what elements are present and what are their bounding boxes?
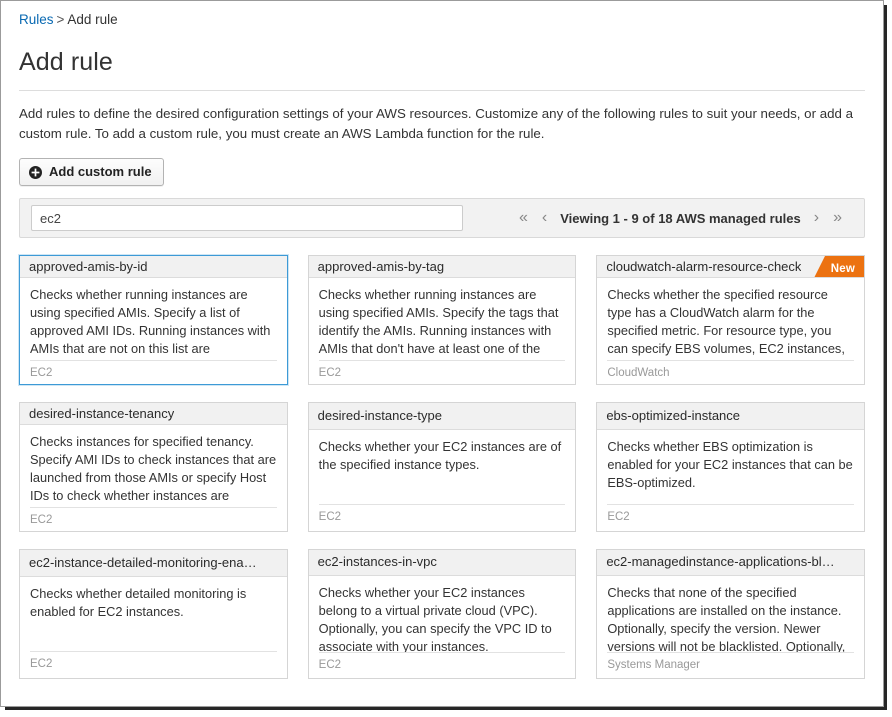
- rule-card-header: approved-amis-by-tag: [309, 256, 576, 278]
- rule-card-source: CloudWatch: [607, 360, 854, 384]
- new-badge: New: [825, 256, 864, 278]
- rule-card-header: ec2-managedinstance-applications-bl…: [597, 550, 864, 576]
- search-and-pagination-bar: « ‹ Viewing 1 - 9 of 18 AWS managed rule…: [19, 198, 865, 238]
- rule-card[interactable]: approved-amis-by-tag Checks whether runni…: [308, 255, 577, 385]
- breadcrumb-separator: >: [57, 12, 65, 27]
- pagination-prev-icon[interactable]: ‹: [535, 210, 554, 226]
- rule-card-source: EC2: [30, 360, 277, 384]
- rule-card-header: cloudwatch-alarm-resource-check New: [597, 256, 864, 278]
- pagination-last-icon[interactable]: »: [826, 210, 849, 226]
- rule-card-title: ec2-instances-in-vpc: [318, 554, 437, 570]
- rule-card-source: EC2: [30, 651, 277, 678]
- search-input[interactable]: [31, 205, 463, 231]
- rule-card-source: EC2: [319, 652, 566, 678]
- rule-card-source: Systems Manager: [607, 652, 854, 678]
- rule-card-header: desired-instance-tenancy: [20, 403, 287, 425]
- rule-card[interactable]: desired-instance-tenancy Checks instances…: [19, 402, 288, 532]
- pagination: « ‹ Viewing 1 - 9 of 18 AWS managed rule…: [512, 210, 853, 226]
- rule-card-header: approved-amis-by-id: [20, 256, 287, 278]
- rule-card-header: desired-instance-type: [309, 403, 576, 430]
- rule-card-title: desired-instance-tenancy: [29, 406, 174, 422]
- rule-card[interactable]: ec2-instances-in-vpc Checks whether your …: [308, 549, 577, 679]
- pagination-first-icon[interactable]: «: [512, 210, 535, 226]
- breadcrumb: Rules>Add rule: [19, 7, 865, 29]
- rule-card-description: Checks instances for specified tenancy. …: [20, 425, 287, 506]
- breadcrumb-link-rules[interactable]: Rules: [19, 12, 54, 27]
- rule-card-source: EC2: [30, 507, 277, 531]
- rule-card-title: ebs-optimized-instance: [606, 408, 740, 424]
- rule-card-header: ebs-optimized-instance: [597, 403, 864, 430]
- page-title: Add rule: [19, 47, 865, 77]
- rule-card-title: approved-amis-by-id: [29, 259, 148, 275]
- rule-card[interactable]: ec2-managedinstance-applications-bl… Chec…: [596, 549, 865, 679]
- rule-card-description: Checks whether your EC2 instances are of…: [309, 430, 576, 504]
- rule-card-title: desired-instance-type: [318, 408, 442, 424]
- plus-circle-icon: [29, 166, 42, 179]
- rule-card-description: Checks whether your EC2 instances belong…: [309, 576, 576, 652]
- title-divider: [19, 90, 865, 91]
- rule-card[interactable]: desired-instance-type Checks whether your…: [308, 402, 577, 532]
- rule-card[interactable]: ebs-optimized-instance Checks whether EBS…: [596, 402, 865, 532]
- add-custom-rule-button[interactable]: Add custom rule: [19, 158, 164, 186]
- add-rule-page: Rules>Add rule Add rule Add rules to def…: [0, 0, 884, 707]
- rule-card-description: Checks whether the specified resource ty…: [597, 278, 864, 359]
- page-description: Add rules to define the desired configur…: [19, 104, 865, 144]
- rule-card-source: EC2: [319, 360, 566, 384]
- rule-card-source: EC2: [319, 504, 566, 531]
- rule-card-header: ec2-instance-detailed-monitoring-ena…: [20, 550, 287, 577]
- rule-card-description: Checks whether running instances are usi…: [309, 278, 576, 359]
- rule-card-title: cloudwatch-alarm-resource-check: [606, 259, 801, 275]
- add-custom-rule-label: Add custom rule: [49, 164, 152, 180]
- rule-card[interactable]: ec2-instance-detailed-monitoring-ena… Che…: [19, 549, 288, 679]
- breadcrumb-current: Add rule: [67, 12, 117, 27]
- rule-card-title: approved-amis-by-tag: [318, 259, 444, 275]
- rule-card-source: EC2: [607, 504, 854, 531]
- rule-card[interactable]: cloudwatch-alarm-resource-check NewChecks…: [596, 255, 865, 385]
- rule-card-header: ec2-instances-in-vpc: [309, 550, 576, 576]
- rule-card-description: Checks whether running instances are usi…: [20, 278, 287, 359]
- rule-card-title: ec2-managedinstance-applications-bl…: [606, 554, 834, 570]
- rule-card-description: Checks that none of the specified applic…: [597, 576, 864, 652]
- pagination-next-icon[interactable]: ›: [807, 210, 826, 226]
- rule-card-title: ec2-instance-detailed-monitoring-ena…: [29, 555, 257, 571]
- pagination-label: Viewing 1 - 9 of 18 AWS managed rules: [554, 211, 807, 226]
- rule-card-grid: approved-amis-by-id Checks whether runnin…: [19, 255, 865, 679]
- rule-card[interactable]: approved-amis-by-id Checks whether runnin…: [19, 255, 288, 385]
- rule-card-description: Checks whether EBS optimization is enabl…: [597, 430, 864, 504]
- rule-card-description: Checks whether detailed monitoring is en…: [20, 577, 287, 651]
